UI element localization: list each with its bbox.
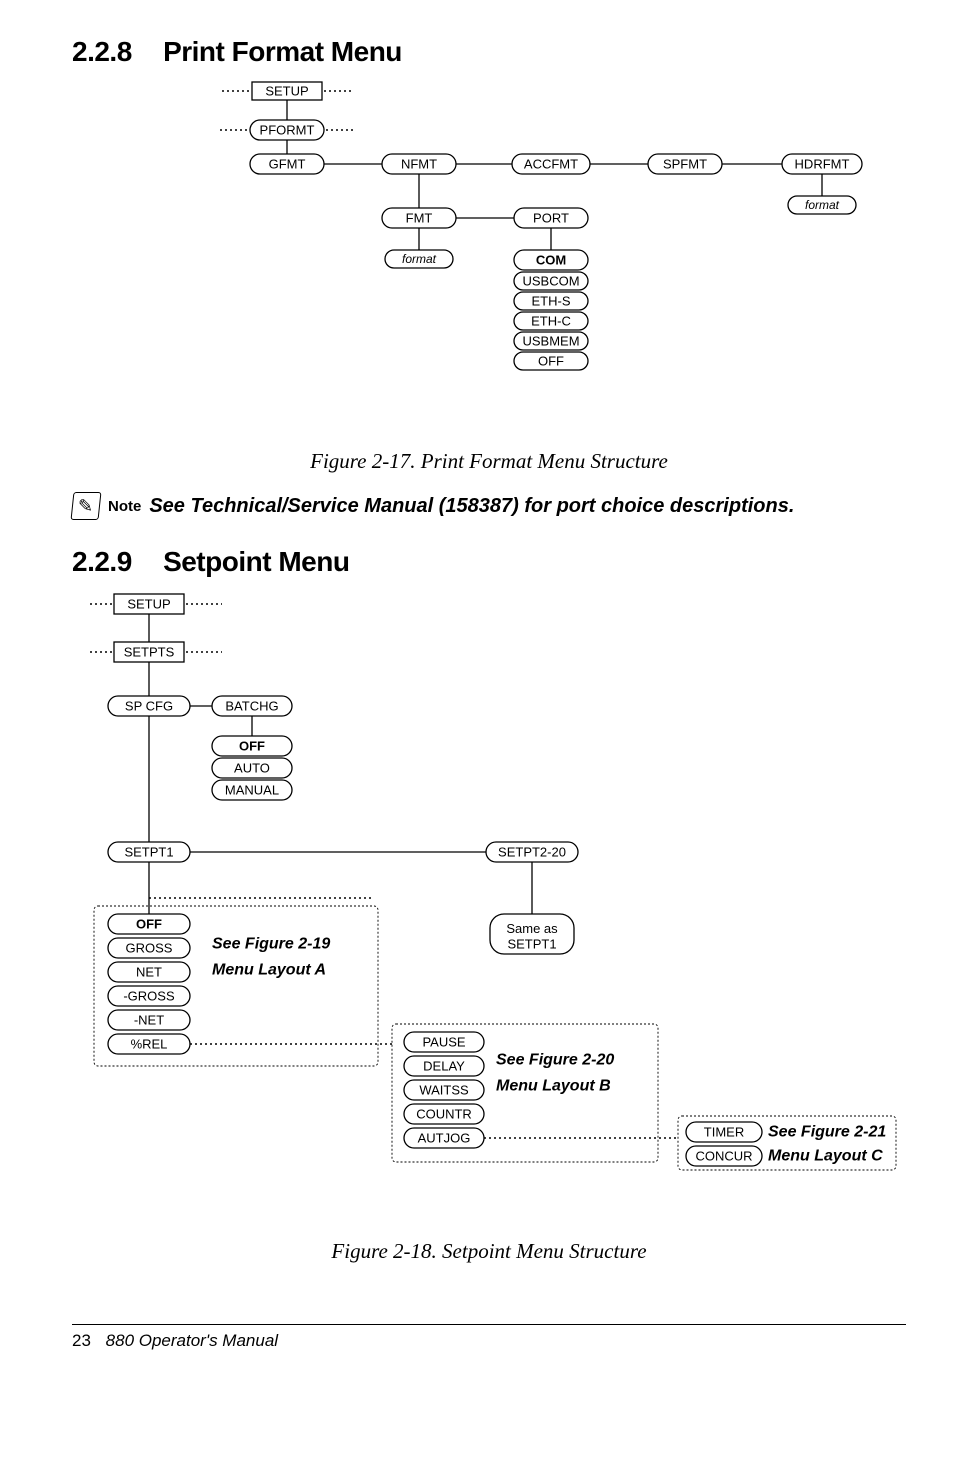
svg-text:NET: NET — [136, 965, 162, 980]
svg-text:SETUP: SETUP — [127, 597, 170, 612]
svg-text:SETPT1: SETPT1 — [124, 845, 173, 860]
svg-text:FMT: FMT — [406, 211, 433, 226]
svg-text:TIMER: TIMER — [704, 1125, 744, 1140]
doc-title: 880 Operator's Manual — [106, 1331, 278, 1350]
svg-text:See Figure 2-20: See Figure 2-20 — [496, 1052, 614, 1069]
svg-text:HDRFMT: HDRFMT — [795, 157, 850, 172]
svg-text:ETH-S: ETH-S — [532, 294, 571, 309]
figure-2-17: .box{ fill:#fff; stroke:#000; stroke-wid… — [72, 78, 906, 443]
svg-text:AUTO: AUTO — [234, 761, 270, 776]
svg-text:See Figure 2-21: See Figure 2-21 — [768, 1124, 886, 1141]
svg-text:PFORMT: PFORMT — [260, 123, 315, 138]
svg-text:format: format — [805, 198, 840, 212]
svg-text:%REL: %REL — [131, 1037, 168, 1052]
section-number: 2.2.8 — [72, 36, 132, 68]
section-number: 2.2.9 — [72, 546, 132, 578]
svg-text:SETPT2-20: SETPT2-20 — [498, 845, 566, 860]
section-heading-229: 2.2.9 Setpoint Menu — [72, 546, 906, 578]
svg-text:NFMT: NFMT — [401, 157, 437, 172]
section-title: Print Format Menu — [163, 36, 402, 67]
svg-text:DELAY: DELAY — [423, 1059, 465, 1074]
svg-text:SETPT1: SETPT1 — [507, 937, 556, 952]
svg-text:SP CFG: SP CFG — [125, 699, 173, 714]
svg-text:-GROSS: -GROSS — [123, 989, 175, 1004]
svg-text:See Figure 2-19: See Figure 2-19 — [212, 936, 330, 953]
svg-text:USBCOM: USBCOM — [522, 274, 579, 289]
svg-text:COUNTR: COUNTR — [416, 1107, 472, 1122]
note-row: ✎ Note See Technical/Service Manual (158… — [72, 492, 906, 520]
page-footer: 23 880 Operator's Manual — [72, 1324, 906, 1351]
svg-text:OFF: OFF — [136, 917, 162, 932]
svg-text:Menu Layout A: Menu Layout A — [212, 962, 326, 979]
svg-text:format: format — [402, 252, 437, 266]
svg-text:GFMT: GFMT — [269, 157, 306, 172]
svg-text:SPFMT: SPFMT — [663, 157, 707, 172]
svg-text:COM: COM — [536, 253, 566, 268]
svg-text:SETPTS: SETPTS — [124, 645, 175, 660]
note-icon: ✎ — [71, 492, 102, 520]
svg-text:Same as: Same as — [506, 921, 558, 936]
svg-text:Menu Layout B: Menu Layout B — [496, 1078, 611, 1095]
svg-text:SETUP: SETUP — [265, 84, 308, 99]
svg-text:OFF: OFF — [239, 739, 265, 754]
svg-text:MANUAL: MANUAL — [225, 783, 279, 798]
svg-text:BATCHG: BATCHG — [225, 699, 278, 714]
section-heading-228: 2.2.8 Print Format Menu — [72, 36, 906, 68]
figure-2-18: .box{ fill:#fff; stroke:#000; stroke-wid… — [72, 588, 906, 1233]
svg-text:WAITSS: WAITSS — [419, 1083, 469, 1098]
figure-caption-17: Figure 2-17. Print Format Menu Structure — [72, 449, 906, 474]
page-number: 23 — [72, 1331, 91, 1350]
svg-text:OFF: OFF — [538, 354, 564, 369]
note-text: See Technical/Service Manual (158387) fo… — [149, 495, 794, 518]
svg-text:ACCFMT: ACCFMT — [524, 157, 578, 172]
svg-text:PORT: PORT — [533, 211, 569, 226]
svg-text:CONCUR: CONCUR — [695, 1149, 752, 1164]
svg-text:GROSS: GROSS — [126, 941, 173, 956]
svg-text:ETH-C: ETH-C — [531, 314, 571, 329]
svg-text:-NET: -NET — [134, 1013, 164, 1028]
section-title: Setpoint Menu — [163, 546, 349, 577]
figure-caption-18: Figure 2-18. Setpoint Menu Structure — [72, 1239, 906, 1264]
svg-text:AUTJOG: AUTJOG — [418, 1131, 471, 1146]
svg-text:Menu Layout C: Menu Layout C — [768, 1148, 883, 1165]
svg-text:USBMEM: USBMEM — [522, 334, 579, 349]
svg-text:PAUSE: PAUSE — [422, 1035, 465, 1050]
note-label: Note — [108, 498, 141, 515]
